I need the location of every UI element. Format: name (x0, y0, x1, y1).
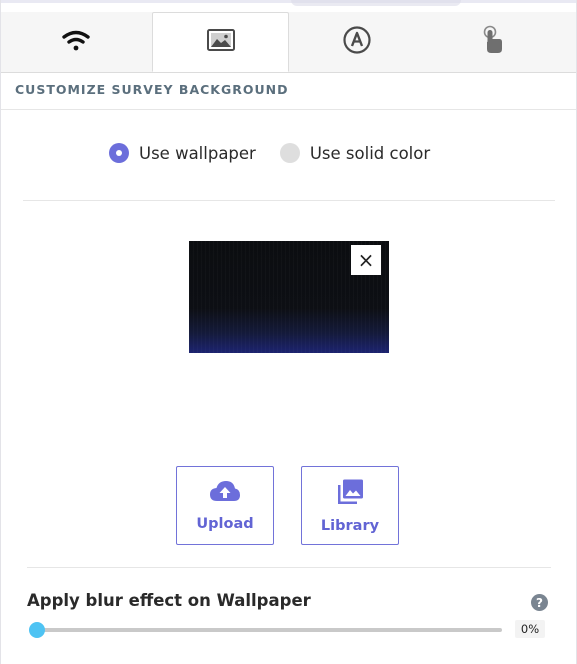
background-mode-options: Use wallpaper Use solid color (109, 143, 430, 163)
library-label: Library (320, 517, 380, 534)
font-a-icon (342, 25, 372, 59)
top-accent-bar (1, 0, 576, 3)
radio-label-wallpaper: Use wallpaper (139, 143, 256, 163)
photo-library-icon (336, 478, 364, 510)
cloud-upload-icon (209, 480, 241, 508)
library-button[interactable]: Library (301, 466, 399, 545)
blur-slider-thumb[interactable] (29, 622, 45, 638)
top-accent-shadow (291, 0, 461, 6)
blur-value-badge: 0% (515, 620, 545, 638)
help-icon[interactable]: ? (531, 594, 548, 611)
tab-interaction[interactable] (425, 12, 561, 72)
radio-unselected-icon (279, 143, 300, 163)
section-divider (1, 109, 576, 110)
radio-selected-icon (109, 143, 129, 163)
tab-typography[interactable] (289, 12, 425, 72)
section-title: CUSTOMIZE SURVEY BACKGROUND (15, 82, 289, 97)
blur-effect-label: Apply blur effect on Wallpaper (27, 591, 311, 610)
blur-slider-track[interactable] (37, 628, 502, 632)
image-icon (206, 28, 236, 56)
tab-bar (1, 12, 576, 73)
close-icon: × (357, 248, 375, 272)
options-divider (23, 200, 555, 201)
touch-hand-icon (480, 25, 506, 59)
radio-option-solid-color[interactable]: Use solid color (279, 143, 431, 163)
tab-connectivity[interactable] (1, 12, 151, 72)
radio-option-wallpaper[interactable]: Use wallpaper (109, 143, 256, 163)
upload-label: Upload (196, 515, 254, 532)
radio-label-solid-color: Use solid color (309, 143, 431, 163)
upload-button[interactable]: Upload (176, 466, 274, 545)
survey-background-panel: CUSTOMIZE SURVEY BACKGROUND Use wallpape… (0, 0, 577, 664)
wifi-icon (61, 28, 91, 56)
actions-divider (27, 567, 551, 568)
remove-wallpaper-button[interactable]: × (351, 245, 381, 275)
tab-background[interactable] (152, 12, 289, 72)
